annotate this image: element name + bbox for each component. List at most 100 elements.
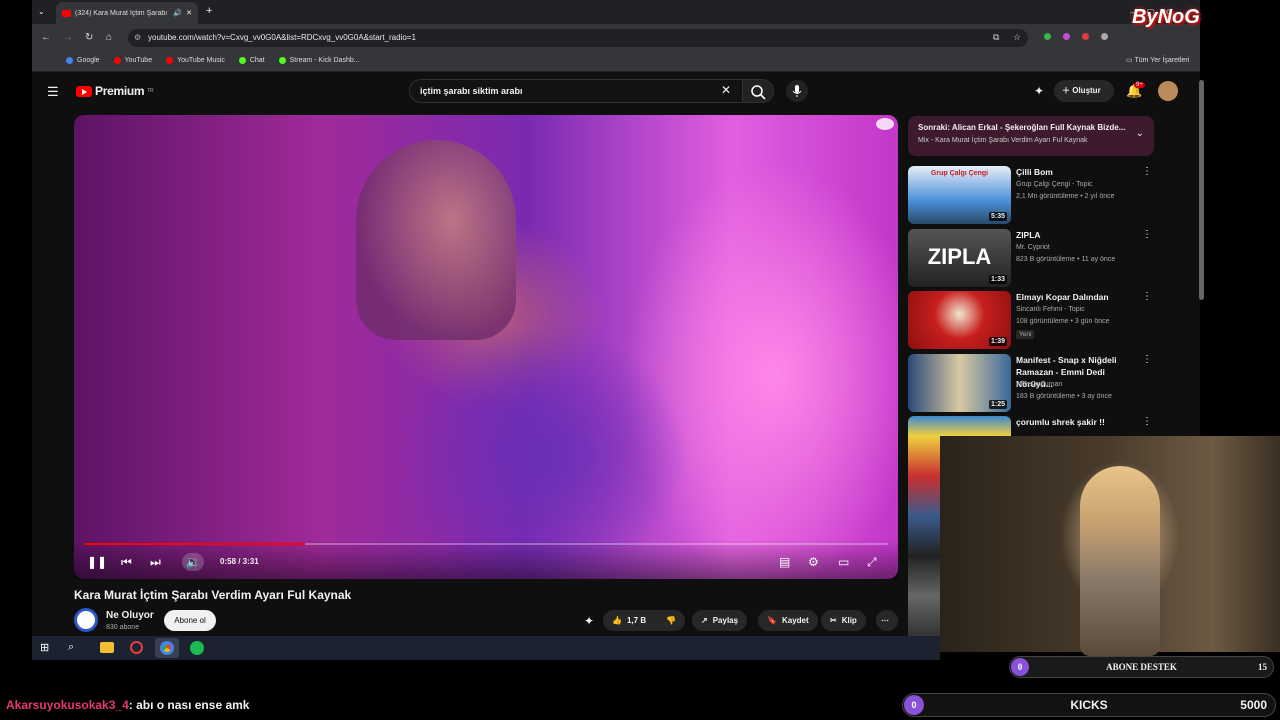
bookmark-star-icon[interactable]: ☆ [1013,32,1021,43]
subscribe-button[interactable]: Abone ol [164,610,216,631]
recommendation-channel: Grup Çalgı Çengi - Topic [1016,181,1093,188]
site-info-icon[interactable]: ⚙ [134,33,141,42]
clip-label: Klip [841,616,857,625]
clear-search-icon[interactable]: ✕ [721,83,731,97]
previous-icon[interactable]: ⏮ [121,556,132,568]
dislike-button[interactable]: 👎 [661,610,685,631]
page-scrollbar[interactable] [1199,80,1204,300]
cast-icon[interactable]: ✦ [1034,84,1044,98]
share-icon: ↗ [701,616,708,625]
obs-icon[interactable] [130,641,143,654]
more-options-icon[interactable]: ⋮ [1142,291,1152,302]
windows-start-icon[interactable]: ⊞ [40,641,49,654]
recommendation-item[interactable]: 1:25 Manifest - Snap x Niğdeli Ramazan -… [908,354,1154,416]
more-options-icon[interactable]: ⋮ [1142,166,1152,177]
chevron-down-icon[interactable]: ⌄ [1136,128,1144,139]
address-bar[interactable]: youtube.com/watch?v=Cxvg_vv0G0A&list=RDC… [128,29,1028,47]
youtube-music-icon [166,57,174,64]
chat-message: Akarsuyokusokak3_4: abı o nası ense amk [6,698,249,712]
reload-icon[interactable]: ↻ [85,32,93,43]
home-icon[interactable]: ⌂ [106,32,112,43]
bookmark-youtube[interactable]: YouTube [113,57,152,64]
recommendation-item[interactable]: 1:39 Elmayı Kopar Dalından Sincanlı Fehm… [908,291,1154,353]
settings-icon[interactable]: ⚙ [808,556,819,568]
notification-badge: 9+ [1134,82,1145,88]
channel-name[interactable]: Ne Oluyor [106,610,154,621]
thumbs-up-icon: 👍 [612,616,622,625]
audio-icon: 🔊 [173,10,183,17]
browser-tab[interactable]: (324) Kara Murat İçtim Şarabı 🔊 ✕ [56,2,198,24]
taskbar-search-icon[interactable]: ⌕ [68,641,74,654]
like-button[interactable]: 👍 1,7 B [603,610,661,631]
account-avatar[interactable] [1158,81,1178,101]
voice-search-button[interactable] [786,80,808,102]
streamer-logo: ByNoG [1132,6,1200,28]
share-button[interactable]: ↗ Paylaş [692,610,748,631]
recommendation-item[interactable]: Grup Çalgı Çengi 5:35 Çilli Bom Grup Çal… [908,166,1154,228]
clip-button[interactable]: ✂ Klip [821,610,866,631]
spotify-icon[interactable] [190,641,204,655]
pause-icon[interactable]: ❚❚ [87,556,107,568]
back-icon[interactable]: ← [41,32,51,43]
streamer-figure [1080,466,1160,656]
more-options-icon[interactable]: ⋮ [1142,354,1152,365]
recommendation-item[interactable]: çorumlu shrek şakir !! ⋮ [908,416,1154,436]
extension-icon[interactable] [1082,33,1089,40]
recommendation-item[interactable]: ZIPLA 1:33 ZIPLA Mr. Cypriot 823 B görün… [908,229,1154,291]
share-label: Paylaş [712,616,739,625]
save-label: Kaydet [781,616,809,625]
youtube-icon [113,57,121,64]
bookmark-youtube-music[interactable]: YouTube Music [166,57,225,64]
bookmark-stream-kick[interactable]: Stream - Kick Dashb... [278,57,360,64]
up-next-panel[interactable]: Sonraki: Alican Erkal - Şekeroğlan Full … [908,116,1154,156]
create-label: Oluştur [1072,86,1101,95]
recommendation-meta: 2,1 Mn görüntüleme • 2 yıl önce [1016,193,1115,200]
more-options-icon[interactable]: ⋮ [1142,229,1152,240]
save-button[interactable]: 🔖 Kaydet [758,610,818,631]
duration-badge: 1:33 [988,275,1007,284]
extension-icon[interactable] [1063,33,1070,40]
recommendation-thumbnail: ZIPLA 1:33 [908,229,1011,287]
create-button[interactable]: ＋ Oluştur [1054,80,1114,102]
video-title: Kara Murat İçtim Şarabı Verdim Ayarı Ful… [74,588,352,602]
subtitles-icon[interactable]: ▤ [779,556,790,568]
extensions-puzzle-icon[interactable] [1101,33,1108,40]
menu-icon[interactable]: ☰ [47,84,59,100]
up-next-subtitle: Mix - Kara Murat İçtim Şarabı Verdim Aya… [918,137,1088,144]
fullscreen-icon[interactable]: ⤢ [867,556,877,568]
next-icon[interactable]: ⏭ [150,556,161,568]
file-explorer-icon[interactable] [100,642,114,653]
tab-list-icon[interactable]: ⌄ [38,7,45,16]
bookmark-google[interactable]: Google [66,57,100,64]
more-options-icon[interactable]: ⋮ [1142,416,1152,427]
theater-icon[interactable]: ▭ [838,556,849,568]
recommendation-meta: 108 görüntüleme • 3 gün önce [1016,318,1110,325]
more-actions-button[interactable]: ⋯ [876,610,898,631]
extensions-area [1044,33,1108,40]
search-button[interactable] [742,79,774,103]
install-icon[interactable]: ⧉ [993,32,999,43]
volume-icon[interactable]: 🔉 [182,553,204,571]
extension-icon[interactable] [1044,33,1051,40]
like-count: 1,7 B [626,616,647,625]
youtube-premium-logo[interactable]: Premium TR [76,84,154,98]
recommendation-thumbnail-strip [908,436,940,636]
bookmark-chat[interactable]: Chat [238,57,265,64]
recommendation-thumbnail: 1:25 [908,354,1011,412]
forward-icon[interactable]: → [63,32,73,43]
all-bookmarks[interactable]: ▭ Tüm Yer İşaretleri [1126,56,1189,64]
close-tab-icon[interactable]: ✕ [186,9,192,17]
recommendation-meta: 823 B görüntüleme • 11 ay önce [1016,256,1116,263]
new-badge: Yeni [1016,330,1035,339]
bookmark-icon: 🔖 [767,616,777,625]
ask-icon[interactable]: ✦ [584,614,594,628]
thumbnail-text: ZIPLA [927,244,992,269]
new-tab-button[interactable]: + [206,5,212,17]
subscriber-count: 830 abone [106,624,140,631]
search-input[interactable]: içtim şarabı siktim arabı [409,79,743,103]
tab-title: (324) Kara Murat İçtim Şarabı [75,9,168,17]
recommendation-thumbnail: Grup Çalgı Çengi 5:35 [908,166,1011,224]
chrome-taskbar-item[interactable] [155,638,179,658]
channel-avatar[interactable] [74,608,98,632]
youtube-logo-icon [76,85,92,97]
